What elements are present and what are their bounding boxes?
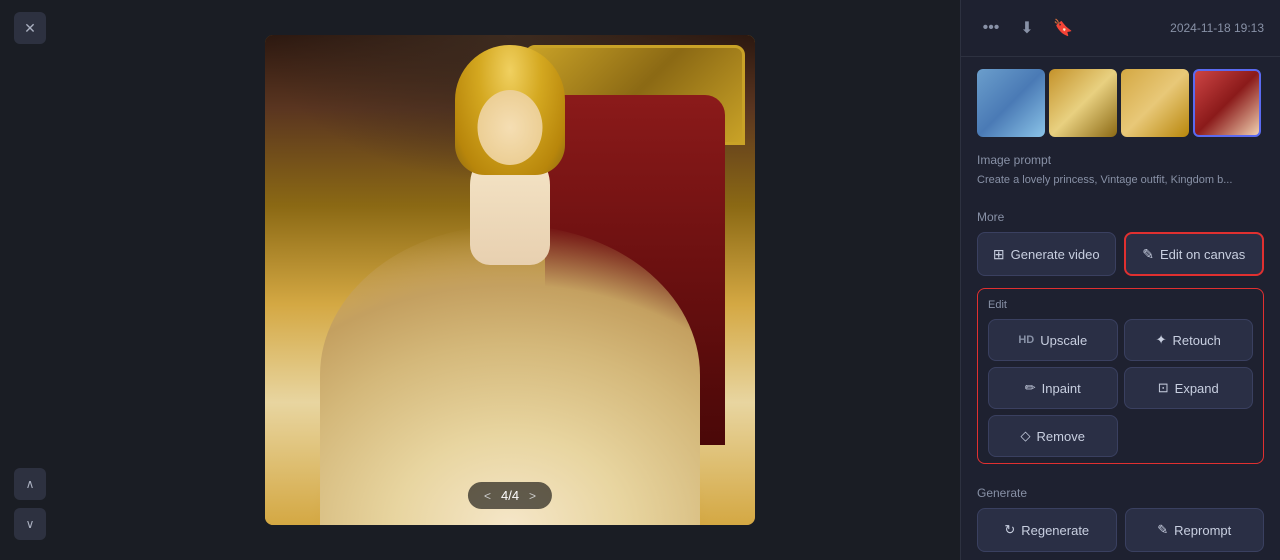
bookmark-icon: 🔖 — [1053, 18, 1073, 38]
inpaint-label: Inpaint — [1042, 381, 1081, 396]
retouch-icon: ✦ — [1156, 332, 1167, 348]
generate-video-icon: ⊞ — [993, 246, 1005, 263]
main-image — [265, 35, 755, 525]
reprompt-button[interactable]: ✎ Reprompt — [1125, 508, 1265, 552]
remove-icon: ◇ — [1021, 428, 1031, 444]
close-button[interactable]: ✕ — [14, 12, 46, 44]
remove-label: Remove — [1037, 429, 1085, 444]
down-arrow-icon: ∨ — [26, 517, 35, 531]
right-panel: ••• ⬇ 🔖 2024-11-18 19:13 Image prompt Cr… — [960, 0, 1280, 560]
navigation-arrows: ∧ ∨ — [14, 468, 46, 540]
thumbnail-image-3 — [1121, 69, 1189, 137]
edit-on-canvas-icon: ✎ — [1142, 246, 1154, 263]
reprompt-icon: ✎ — [1157, 522, 1168, 538]
more-options-button[interactable]: ••• — [977, 14, 1005, 42]
thumbnail-4[interactable] — [1193, 69, 1261, 137]
inpaint-button[interactable]: ✏ Inpaint — [988, 367, 1118, 409]
main-image-area: < 4/4 > — [60, 0, 960, 560]
upscale-button[interactable]: HD Upscale — [988, 319, 1118, 361]
thumbnail-image-1 — [977, 69, 1045, 137]
timestamp: 2024-11-18 19:13 — [1170, 21, 1264, 35]
generate-video-button[interactable]: ⊞ Generate video — [977, 232, 1116, 276]
next-image-button[interactable]: ∨ — [14, 508, 46, 540]
upscale-icon: HD — [1018, 334, 1034, 346]
up-arrow-icon: ∧ — [26, 477, 35, 491]
bookmark-button[interactable]: 🔖 — [1049, 14, 1077, 42]
left-sidebar: ✕ ∧ ∨ — [0, 0, 60, 560]
thumbnail-image-4 — [1195, 71, 1259, 135]
more-section-label: More — [961, 200, 1280, 232]
edit-on-canvas-label: Edit on canvas — [1160, 247, 1245, 262]
counter-next-button[interactable]: > — [529, 489, 536, 503]
edit-on-canvas-button[interactable]: ✎ Edit on canvas — [1124, 232, 1265, 276]
regenerate-button[interactable]: ↻ Regenerate — [977, 508, 1117, 552]
counter-text: 4/4 — [501, 488, 519, 503]
edit-section-label: Edit — [988, 299, 1253, 311]
expand-button[interactable]: ⊡ Expand — [1124, 367, 1254, 409]
princess-head — [478, 90, 543, 165]
image-counter: < 4/4 > — [468, 482, 552, 509]
princess-dress — [320, 225, 700, 525]
edit-section: Edit HD Upscale ✦ Retouch ✏ Inpaint ⊡ Ex… — [977, 288, 1264, 464]
retouch-label: Retouch — [1172, 333, 1220, 348]
thumbnail-2[interactable] — [1049, 69, 1117, 137]
retouch-button[interactable]: ✦ Retouch — [1124, 319, 1254, 361]
image-prompt-text: Create a lovely princess, Vintage outfit… — [961, 171, 1280, 200]
thumbnail-image-2 — [1049, 69, 1117, 137]
more-options-icon: ••• — [983, 19, 1000, 37]
thumbnail-strip — [961, 57, 1280, 145]
prev-image-button[interactable]: ∧ — [14, 468, 46, 500]
counter-prev-button[interactable]: < — [484, 489, 491, 503]
close-icon: ✕ — [24, 20, 36, 37]
regenerate-label: Regenerate — [1021, 523, 1089, 538]
header-actions: ••• ⬇ 🔖 — [977, 14, 1077, 42]
expand-label: Expand — [1175, 381, 1219, 396]
right-panel-header: ••• ⬇ 🔖 2024-11-18 19:13 — [961, 0, 1280, 57]
download-button[interactable]: ⬇ — [1013, 14, 1041, 42]
generate-actions-row: ↻ Regenerate ✎ Reprompt — [961, 508, 1280, 560]
generate-video-label: Generate video — [1011, 247, 1100, 262]
upscale-label: Upscale — [1040, 333, 1087, 348]
expand-icon: ⊡ — [1158, 380, 1169, 396]
generate-section-label: Generate — [961, 476, 1280, 508]
thumbnail-1[interactable] — [977, 69, 1045, 137]
image-container: < 4/4 > — [265, 35, 755, 525]
inpaint-icon: ✏ — [1025, 380, 1036, 396]
image-prompt-label: Image prompt — [961, 149, 1280, 171]
more-actions-row: ⊞ Generate video ✎ Edit on canvas — [961, 232, 1280, 288]
regenerate-icon: ↻ — [1004, 522, 1015, 538]
remove-button[interactable]: ◇ Remove — [988, 415, 1118, 457]
download-icon: ⬇ — [1020, 18, 1033, 38]
edit-buttons-grid: HD Upscale ✦ Retouch ✏ Inpaint ⊡ Expand … — [988, 319, 1253, 457]
thumbnail-3[interactable] — [1121, 69, 1189, 137]
reprompt-label: Reprompt — [1174, 523, 1231, 538]
